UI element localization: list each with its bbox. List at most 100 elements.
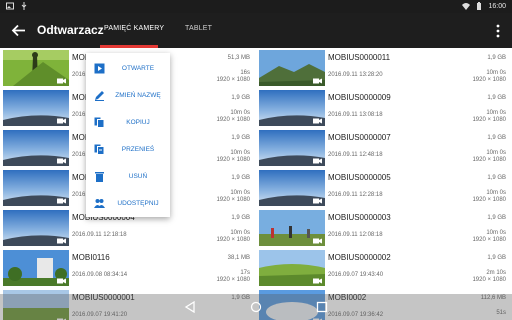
status-time: 16:00 xyxy=(488,2,506,10)
file-duration: 10m 0s xyxy=(486,150,506,156)
back-arrow-icon[interactable] xyxy=(10,22,27,39)
play-box-icon xyxy=(94,63,105,74)
file-size: 1,9 GB xyxy=(487,175,506,181)
menu-item-delete[interactable]: USUŃ xyxy=(86,163,170,190)
file-name: MOBI0116 xyxy=(72,253,110,262)
navigation-bar xyxy=(0,294,512,320)
nav-back-icon[interactable] xyxy=(184,301,196,313)
file-date: 2016.09.11 13:08:18 xyxy=(328,112,383,118)
video-thumbnail[interactable] xyxy=(259,50,325,86)
video-thumbnail[interactable] xyxy=(3,130,69,166)
file-size: 1,9 GB xyxy=(231,135,250,141)
file-date: 2016.09.11 12:18:18 xyxy=(72,232,127,238)
video-camera-icon xyxy=(57,78,66,84)
file-resolution: 1920 × 1080 xyxy=(216,197,250,203)
file-date: 2016.09.11 13:28:20 xyxy=(328,72,383,78)
menu-label-rename: ZMIEŃ NAZWĘ xyxy=(115,92,161,99)
tab-camera-memory[interactable]: PAMIĘĆ KAMERY xyxy=(104,25,164,32)
video-camera-icon xyxy=(313,118,322,124)
file-size: 1,9 GB xyxy=(487,55,506,61)
file-duration: 10m 0s xyxy=(486,190,506,196)
wifi-icon xyxy=(462,3,471,10)
file-date: 2016.09.11 12:08:18 xyxy=(328,232,383,238)
file-duration: 10m 0s xyxy=(230,190,250,196)
file-name: MOBIUS0000005 xyxy=(328,173,391,182)
file-resolution: 1920 × 1080 xyxy=(472,157,506,163)
file-resolution: 1920 × 1080 xyxy=(216,77,250,83)
move-icon xyxy=(94,144,105,155)
video-thumbnail[interactable] xyxy=(3,210,69,246)
menu-item-rename[interactable]: ZMIEŃ NAZWĘ xyxy=(86,82,170,109)
menu-label-open: OTWARTE xyxy=(121,65,155,72)
file-duration: 10m 0s xyxy=(486,110,506,116)
menu-label-delete: USUŃ xyxy=(128,173,148,180)
file-size: 1,9 GB xyxy=(487,95,506,101)
file-size: 1,9 GB xyxy=(487,135,506,141)
video-thumbnail[interactable] xyxy=(259,170,325,206)
trash-icon xyxy=(95,172,104,182)
file-list-item[interactable]: MOBIUS0000002 2016.09.07 19:43:40 1,9 GB 2m… xyxy=(256,248,510,288)
video-thumbnail[interactable] xyxy=(3,170,69,206)
file-resolution: 1920 × 1080 xyxy=(216,277,250,283)
video-camera-icon xyxy=(313,238,322,244)
file-duration: 10m 0s xyxy=(230,230,250,236)
tab-tablet[interactable]: TABLET xyxy=(185,25,212,32)
file-duration: 10m 0s xyxy=(486,230,506,236)
video-thumbnail[interactable] xyxy=(3,50,69,86)
file-resolution: 1920 × 1080 xyxy=(472,117,506,123)
file-list-item[interactable]: MOBIUS0000011 2016.09.11 13:28:20 1,9 GB 10… xyxy=(256,48,510,88)
file-duration: 10m 0s xyxy=(230,150,250,156)
video-camera-icon xyxy=(57,278,66,284)
file-duration: 10m 0s xyxy=(230,110,250,116)
menu-item-share[interactable]: UDOSTĘPNIJ xyxy=(86,190,170,217)
video-thumbnail[interactable] xyxy=(3,90,69,126)
menu-item-copy[interactable]: KOPIUJ xyxy=(86,109,170,136)
file-size: 1,9 GB xyxy=(487,215,506,221)
file-duration: 17s xyxy=(240,270,250,276)
video-thumbnail[interactable] xyxy=(259,90,325,126)
file-list-item[interactable]: MOBIUS0000009 2016.09.11 13:08:18 1,9 GB 10… xyxy=(256,88,510,128)
file-list-item[interactable]: MOBIUS0000003 2016.09.11 12:08:18 1,9 GB 10… xyxy=(256,208,510,248)
video-thumbnail[interactable] xyxy=(259,130,325,166)
file-date: 2016.09.07 19:43:40 xyxy=(328,272,384,278)
file-size: 1,9 GB xyxy=(231,215,250,221)
menu-label-move: PRZENIEŚ xyxy=(121,146,155,153)
file-list-item[interactable]: MOBIUS0000007 2016.09.11 12:48:18 1,9 GB 10… xyxy=(256,128,510,168)
app-toolbar: Odtwarzacz PAMIĘĆ KAMERY TABLET xyxy=(0,13,512,48)
video-camera-icon xyxy=(57,118,66,124)
battery-icon xyxy=(477,2,482,10)
usb-icon xyxy=(21,2,27,10)
video-camera-icon xyxy=(313,278,322,284)
file-name: MOBIUS0000003 xyxy=(328,213,391,222)
file-duration: 16s xyxy=(240,70,250,76)
video-thumbnail[interactable] xyxy=(259,250,325,286)
video-camera-icon xyxy=(313,78,322,84)
video-thumbnail[interactable] xyxy=(3,250,69,286)
file-resolution: 1920 × 1080 xyxy=(472,277,506,283)
more-options-icon[interactable] xyxy=(494,23,502,39)
gallery-notification-icon xyxy=(6,2,14,10)
video-camera-icon xyxy=(57,158,66,164)
file-date: 2016.09.08 08:34:14 xyxy=(72,272,128,278)
pencil-icon xyxy=(95,91,104,101)
video-camera-icon xyxy=(57,198,66,204)
file-name: MOBIUS0000009 xyxy=(328,93,391,102)
file-size: 51,3 MB xyxy=(227,55,250,61)
file-list-item[interactable]: MOBI0116 2016.09.08 08:34:14 38,1 MB 17s 192… xyxy=(0,248,254,288)
file-size: 1,9 GB xyxy=(231,95,250,101)
menu-label-copy: KOPIUJ xyxy=(126,119,150,126)
menu-item-move[interactable]: PRZENIEŚ xyxy=(86,136,170,163)
nav-home-icon[interactable] xyxy=(250,301,262,313)
file-name: MOBIUS0000011 xyxy=(328,53,391,62)
nav-recents-icon[interactable] xyxy=(316,301,328,313)
file-size: 38,1 MB xyxy=(227,255,250,261)
file-duration: 10m 0s xyxy=(486,70,506,76)
copy-icon xyxy=(94,117,105,128)
video-thumbnail[interactable] xyxy=(259,210,325,246)
video-camera-icon xyxy=(57,238,66,244)
file-date: 2016.09.11 12:28:18 xyxy=(328,192,383,198)
menu-item-open[interactable]: OTWARTE xyxy=(86,55,170,82)
file-size: 1,9 GB xyxy=(231,175,250,181)
file-list-item[interactable]: MOBIUS0000005 2016.09.11 12:28:18 1,9 GB 10… xyxy=(256,168,510,208)
file-resolution: 1920 × 1080 xyxy=(216,117,250,123)
